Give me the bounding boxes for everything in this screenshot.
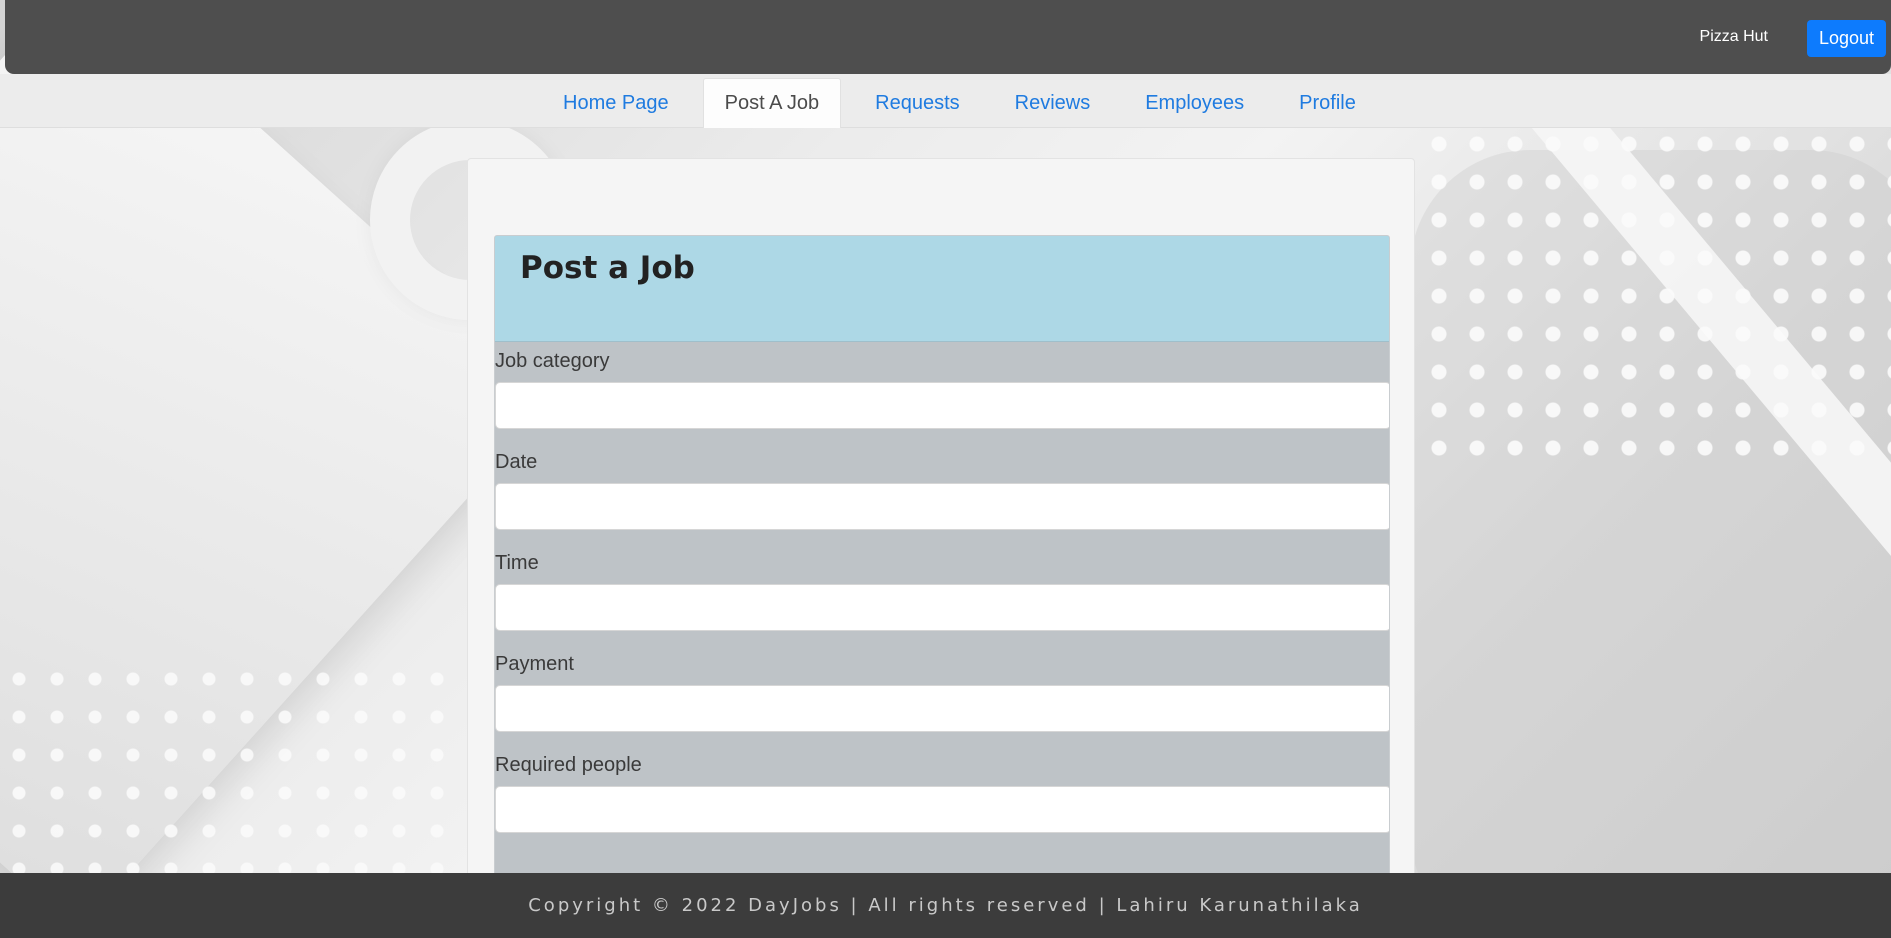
time-input[interactable] [495, 584, 1389, 631]
main-panel: Post a Job Job category Date Time Paymen… [467, 158, 1415, 885]
copyright-text: Copyright © 2022 DayJobs | All rights re… [528, 895, 1363, 916]
field-group-job-category: Job category [495, 342, 1389, 429]
background-dots-right [1420, 125, 1891, 475]
payment-label: Payment [495, 653, 574, 675]
time-label: Time [495, 552, 539, 574]
tab-navigation: Home Page Post A Job Requests Reviews Em… [0, 74, 1891, 128]
form-header: Post a Job [495, 236, 1389, 342]
tab-requests[interactable]: Requests [854, 78, 981, 128]
post-job-form: Post a Job Job category Date Time Paymen… [494, 235, 1390, 885]
top-navbar: Pizza Hut Logout [5, 0, 1891, 74]
field-group-time: Time [495, 544, 1389, 631]
job-category-input[interactable] [495, 382, 1389, 429]
tab-post-a-job[interactable]: Post A Job [702, 78, 842, 128]
footer: Copyright © 2022 DayJobs | All rights re… [0, 873, 1891, 938]
background-dots-left [0, 660, 470, 880]
tab-profile[interactable]: Profile [1278, 78, 1377, 128]
tab-reviews[interactable]: Reviews [994, 78, 1112, 128]
tab-home-page[interactable]: Home Page [542, 78, 690, 128]
payment-input[interactable] [495, 685, 1389, 732]
logout-button[interactable]: Logout [1806, 20, 1886, 57]
tab-employees[interactable]: Employees [1124, 78, 1265, 128]
date-input[interactable] [495, 483, 1389, 530]
required-people-input[interactable] [495, 786, 1389, 833]
job-category-label: Job category [495, 350, 610, 372]
field-group-date: Date [495, 443, 1389, 530]
form-title: Post a Job [520, 250, 695, 286]
form-body: Job category Date Time Payment Required … [495, 342, 1389, 833]
company-name: Pizza Hut [1699, 28, 1768, 45]
required-people-label: Required people [495, 754, 642, 776]
date-label: Date [495, 451, 538, 473]
field-group-payment: Payment [495, 645, 1389, 732]
field-group-required-people: Required people [495, 746, 1389, 833]
